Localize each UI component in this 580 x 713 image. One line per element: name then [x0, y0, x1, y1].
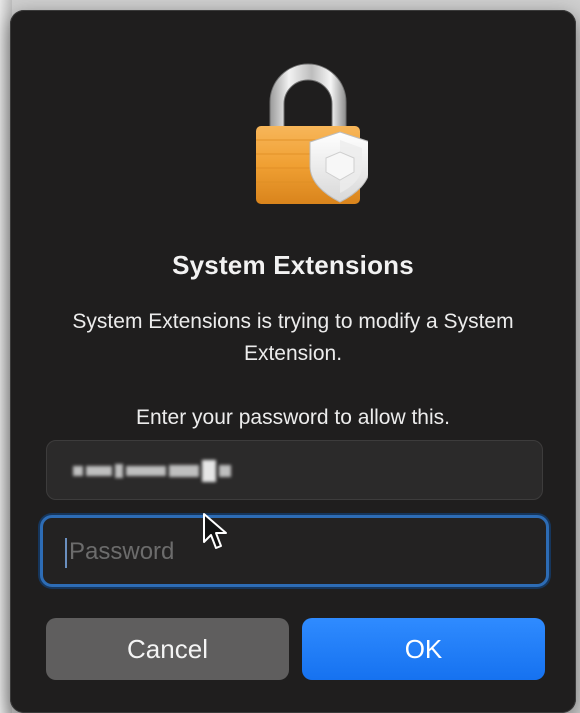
dialog-title: System Extensions	[172, 250, 414, 280]
lock-icon	[256, 63, 368, 204]
redaction-block	[73, 466, 83, 476]
redaction-block	[169, 465, 199, 477]
redaction-block	[219, 465, 231, 477]
password-field[interactable]	[40, 515, 549, 587]
cancel-button[interactable]: Cancel	[46, 618, 289, 680]
authentication-dialog: System Extensions System Extensions is t…	[10, 10, 576, 713]
redaction-block	[126, 466, 166, 476]
redaction-block	[86, 466, 112, 476]
dialog-message: System Extensions is trying to modify a …	[72, 310, 514, 365]
username-value-obscured	[73, 455, 231, 487]
redaction-block	[115, 464, 123, 478]
password-input[interactable]	[57, 530, 539, 574]
mouse-pointer-icon	[203, 513, 227, 549]
username-field[interactable]	[46, 440, 543, 500]
redaction-block	[202, 460, 216, 482]
ok-button[interactable]: OK	[302, 618, 545, 680]
dialog-prompt: Enter your password to allow this.	[136, 406, 450, 429]
